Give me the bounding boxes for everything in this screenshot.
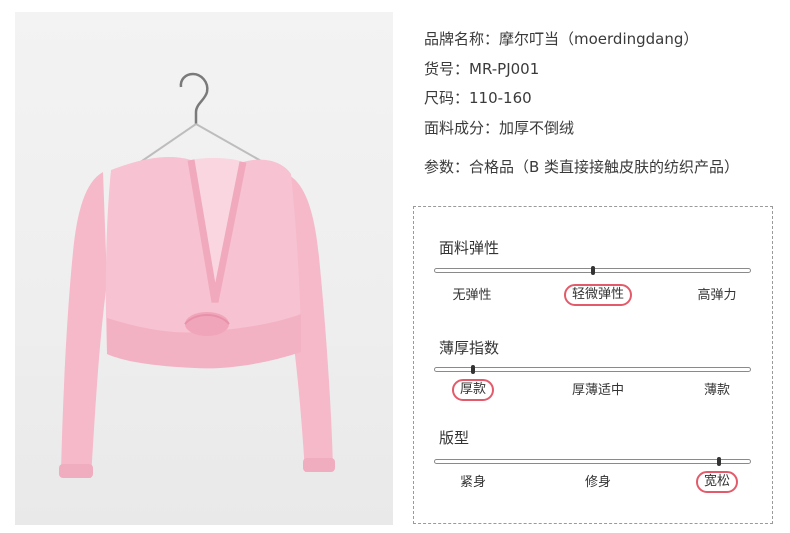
- elasticity-option-slight: 轻微弹性: [563, 284, 633, 306]
- thickness-scale: [434, 365, 751, 374]
- brand-name-text: 品牌名称：摩尔叮当（moerdingdang）: [424, 30, 699, 48]
- pink-cardigan-image: [59, 72, 335, 478]
- fit-option-tight: 紧身: [459, 475, 487, 490]
- fit-title: 版型: [439, 429, 470, 447]
- thickness-title: 薄厚指数: [439, 339, 500, 357]
- elasticity-option-high: 高弹力: [697, 288, 737, 303]
- thickness-option-medium: 厚薄适中: [571, 383, 625, 398]
- attributes-panel: 面料弹性 无弹性 轻微弹性 高弹力 薄厚指数 厚款 厚薄适中 薄款 版型 紧身 …: [413, 206, 773, 524]
- elasticity-scale: [434, 266, 751, 275]
- parameters-text: 参数：合格品（B 类直接接触皮肤的纺织产品）: [424, 158, 740, 176]
- fit-scale: [434, 457, 751, 466]
- thickness-option-thick: 厚款: [451, 379, 495, 401]
- fit-option-loose: 宽松: [695, 471, 739, 493]
- fit-marker: [717, 457, 721, 466]
- fit-option-slim: 修身: [584, 475, 612, 490]
- thickness-option-thin: 薄款: [703, 383, 731, 398]
- elasticity-title: 面料弹性: [439, 239, 500, 257]
- item-number-text: 货号：MR-PJ001: [424, 60, 540, 78]
- elasticity-marker: [591, 266, 595, 275]
- material-text: 面料成分：加厚不倒绒: [424, 119, 575, 137]
- size-range-text: 尺码：110-160: [424, 89, 532, 107]
- elasticity-option-none: 无弹性: [452, 288, 492, 303]
- product-photo: [15, 12, 393, 525]
- thickness-marker: [471, 365, 475, 374]
